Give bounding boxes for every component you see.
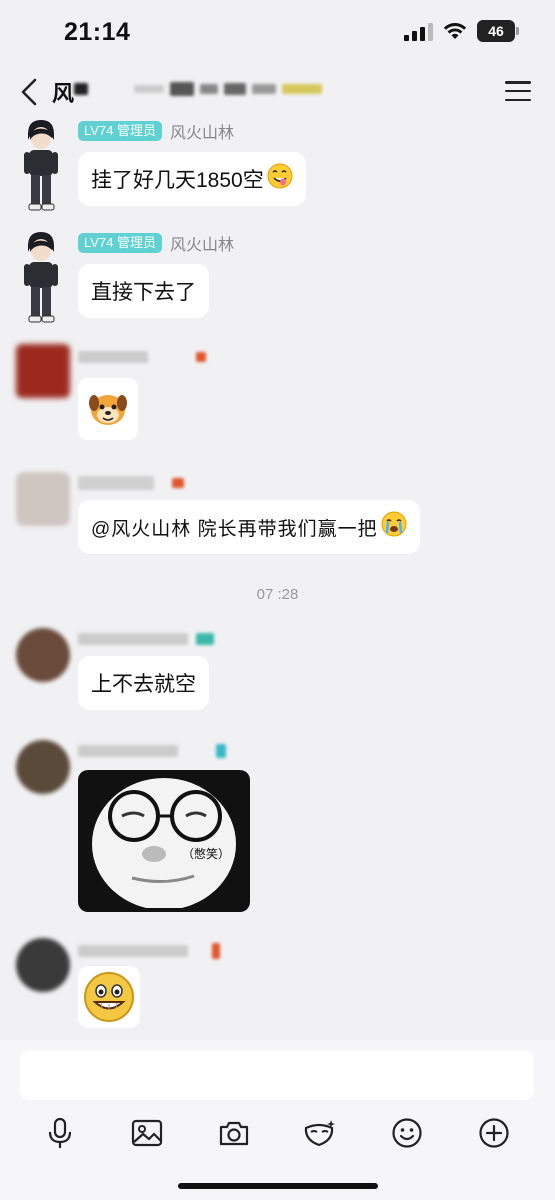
avatar-character-icon[interactable] (18, 120, 64, 212)
chat-title-redacted (74, 82, 322, 96)
voice-button[interactable] (37, 1110, 83, 1156)
input-toolbar (0, 1110, 555, 1160)
battery-level: 46 (488, 23, 504, 39)
sticker-message[interactable] (78, 966, 140, 1028)
wifi-icon (443, 23, 467, 39)
message-input[interactable] (20, 1050, 534, 1100)
avatar[interactable] (16, 628, 70, 682)
message-list[interactable]: LV74 管理员 风火山林 挂了好几天1850空 LV74 管理员 风火山林 直… (0, 118, 555, 1040)
message-bubble[interactable]: 直接下去了 (78, 264, 209, 318)
role-badge: LV74 管理员 (78, 121, 163, 141)
avatar-character-icon[interactable] (18, 232, 64, 324)
sticker-message[interactable] (78, 378, 138, 440)
status-time: 21:14 (64, 18, 131, 46)
microphone-icon (48, 1117, 72, 1148)
back-button[interactable] (14, 72, 44, 112)
sender-line-redacted (78, 472, 184, 494)
nav-bar: 风 (0, 66, 555, 118)
grinning-face-sticker (84, 972, 134, 1022)
camera-icon (219, 1121, 249, 1146)
crying-face-emoji (381, 511, 407, 543)
message-bubble[interactable]: 上不去就空 (78, 656, 209, 710)
mask-icon (304, 1120, 335, 1147)
timestamp: 07 :28 (256, 586, 299, 603)
message-text: 直接下去了 (91, 281, 196, 304)
chat-title: 风 (52, 76, 74, 108)
avatar[interactable] (16, 472, 70, 526)
sticker-message[interactable]: （憋笑） (78, 770, 250, 912)
more-button[interactable] (471, 1110, 517, 1156)
avatar[interactable] (16, 344, 70, 398)
sender-line-redacted (78, 346, 206, 368)
round-glasses-meme-sticker: （憋笑） (82, 774, 246, 910)
chevron-left-icon (21, 78, 37, 106)
face-with-tongue-emoji (267, 163, 293, 195)
message-bubble[interactable]: @风火山林 院长再带我们赢一把 (78, 500, 420, 554)
battery-icon: 46 (477, 20, 519, 42)
chat-title-text: 风 (52, 81, 75, 106)
dog-face-sticker (89, 395, 127, 425)
input-area (0, 1040, 555, 1200)
message-text: 上不去就空 (91, 673, 196, 696)
message-bubble[interactable]: 挂了好几天1850空 (78, 152, 306, 206)
sender-line-redacted (78, 740, 226, 762)
status-bar: 21:14 46 (0, 0, 555, 66)
home-indicator[interactable] (178, 1183, 378, 1189)
avatar[interactable] (16, 740, 70, 794)
sender-line-redacted (78, 940, 220, 962)
message-text: 挂了好几天1850空 (91, 169, 264, 192)
mask-button[interactable] (297, 1110, 343, 1156)
sender-name[interactable]: 风火山林 (170, 119, 234, 143)
smiley-icon (392, 1118, 422, 1148)
image-icon (131, 1119, 163, 1147)
sender-name[interactable]: 风火山林 (170, 231, 234, 255)
sticker-caption: （憋笑） (182, 846, 230, 861)
sender-line-redacted (78, 628, 214, 650)
avatar[interactable] (16, 938, 70, 992)
plus-circle-icon (479, 1118, 509, 1148)
signal-icon (404, 21, 433, 41)
role-badge: LV74 管理员 (78, 233, 163, 253)
sender-line: LV74 管理员 风火山林 (78, 232, 234, 254)
hamburger-menu-icon (505, 81, 531, 84)
camera-button[interactable] (211, 1110, 257, 1156)
message-text: @风火山林 院长再带我们赢一把 (91, 518, 378, 540)
emoji-button[interactable] (384, 1110, 430, 1156)
menu-button[interactable] (503, 76, 533, 106)
status-icons: 46 (404, 20, 519, 42)
sender-line: LV74 管理员 风火山林 (78, 120, 234, 142)
image-button[interactable] (124, 1110, 170, 1156)
